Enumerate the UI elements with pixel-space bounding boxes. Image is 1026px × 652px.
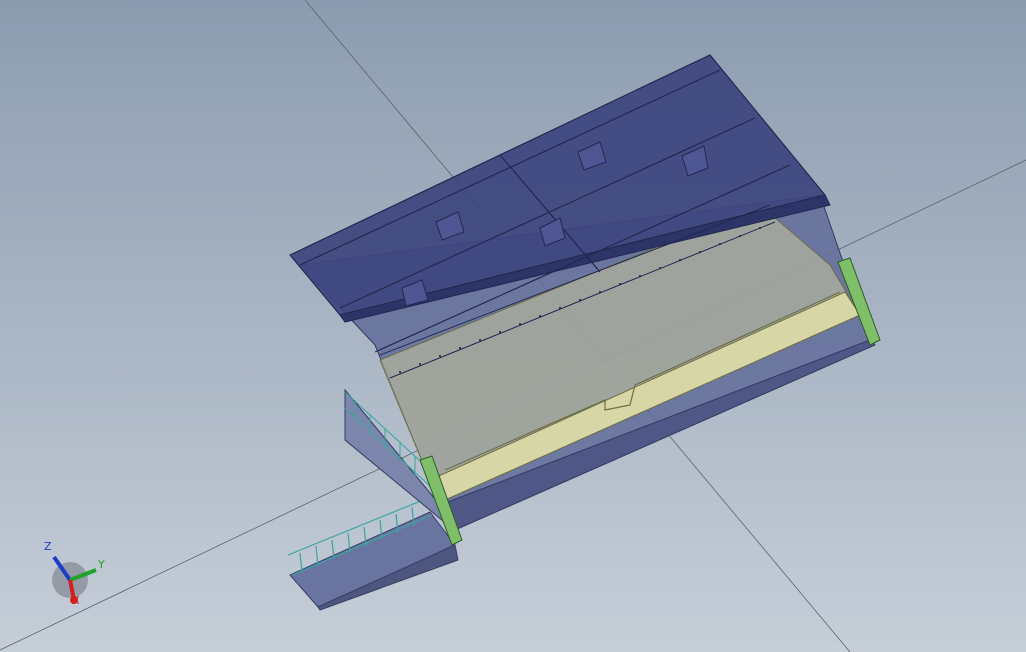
orientation-triad[interactable]: Z Y X	[30, 530, 120, 620]
triad-y-label: Y	[98, 558, 105, 571]
triad-z-label: Z	[44, 540, 52, 553]
triad-x-label: X	[72, 594, 80, 607]
model-scene[interactable]	[0, 0, 1026, 652]
walkway-beam[interactable]	[289, 511, 459, 611]
3d-viewport[interactable]: Z Y X	[0, 0, 1026, 652]
